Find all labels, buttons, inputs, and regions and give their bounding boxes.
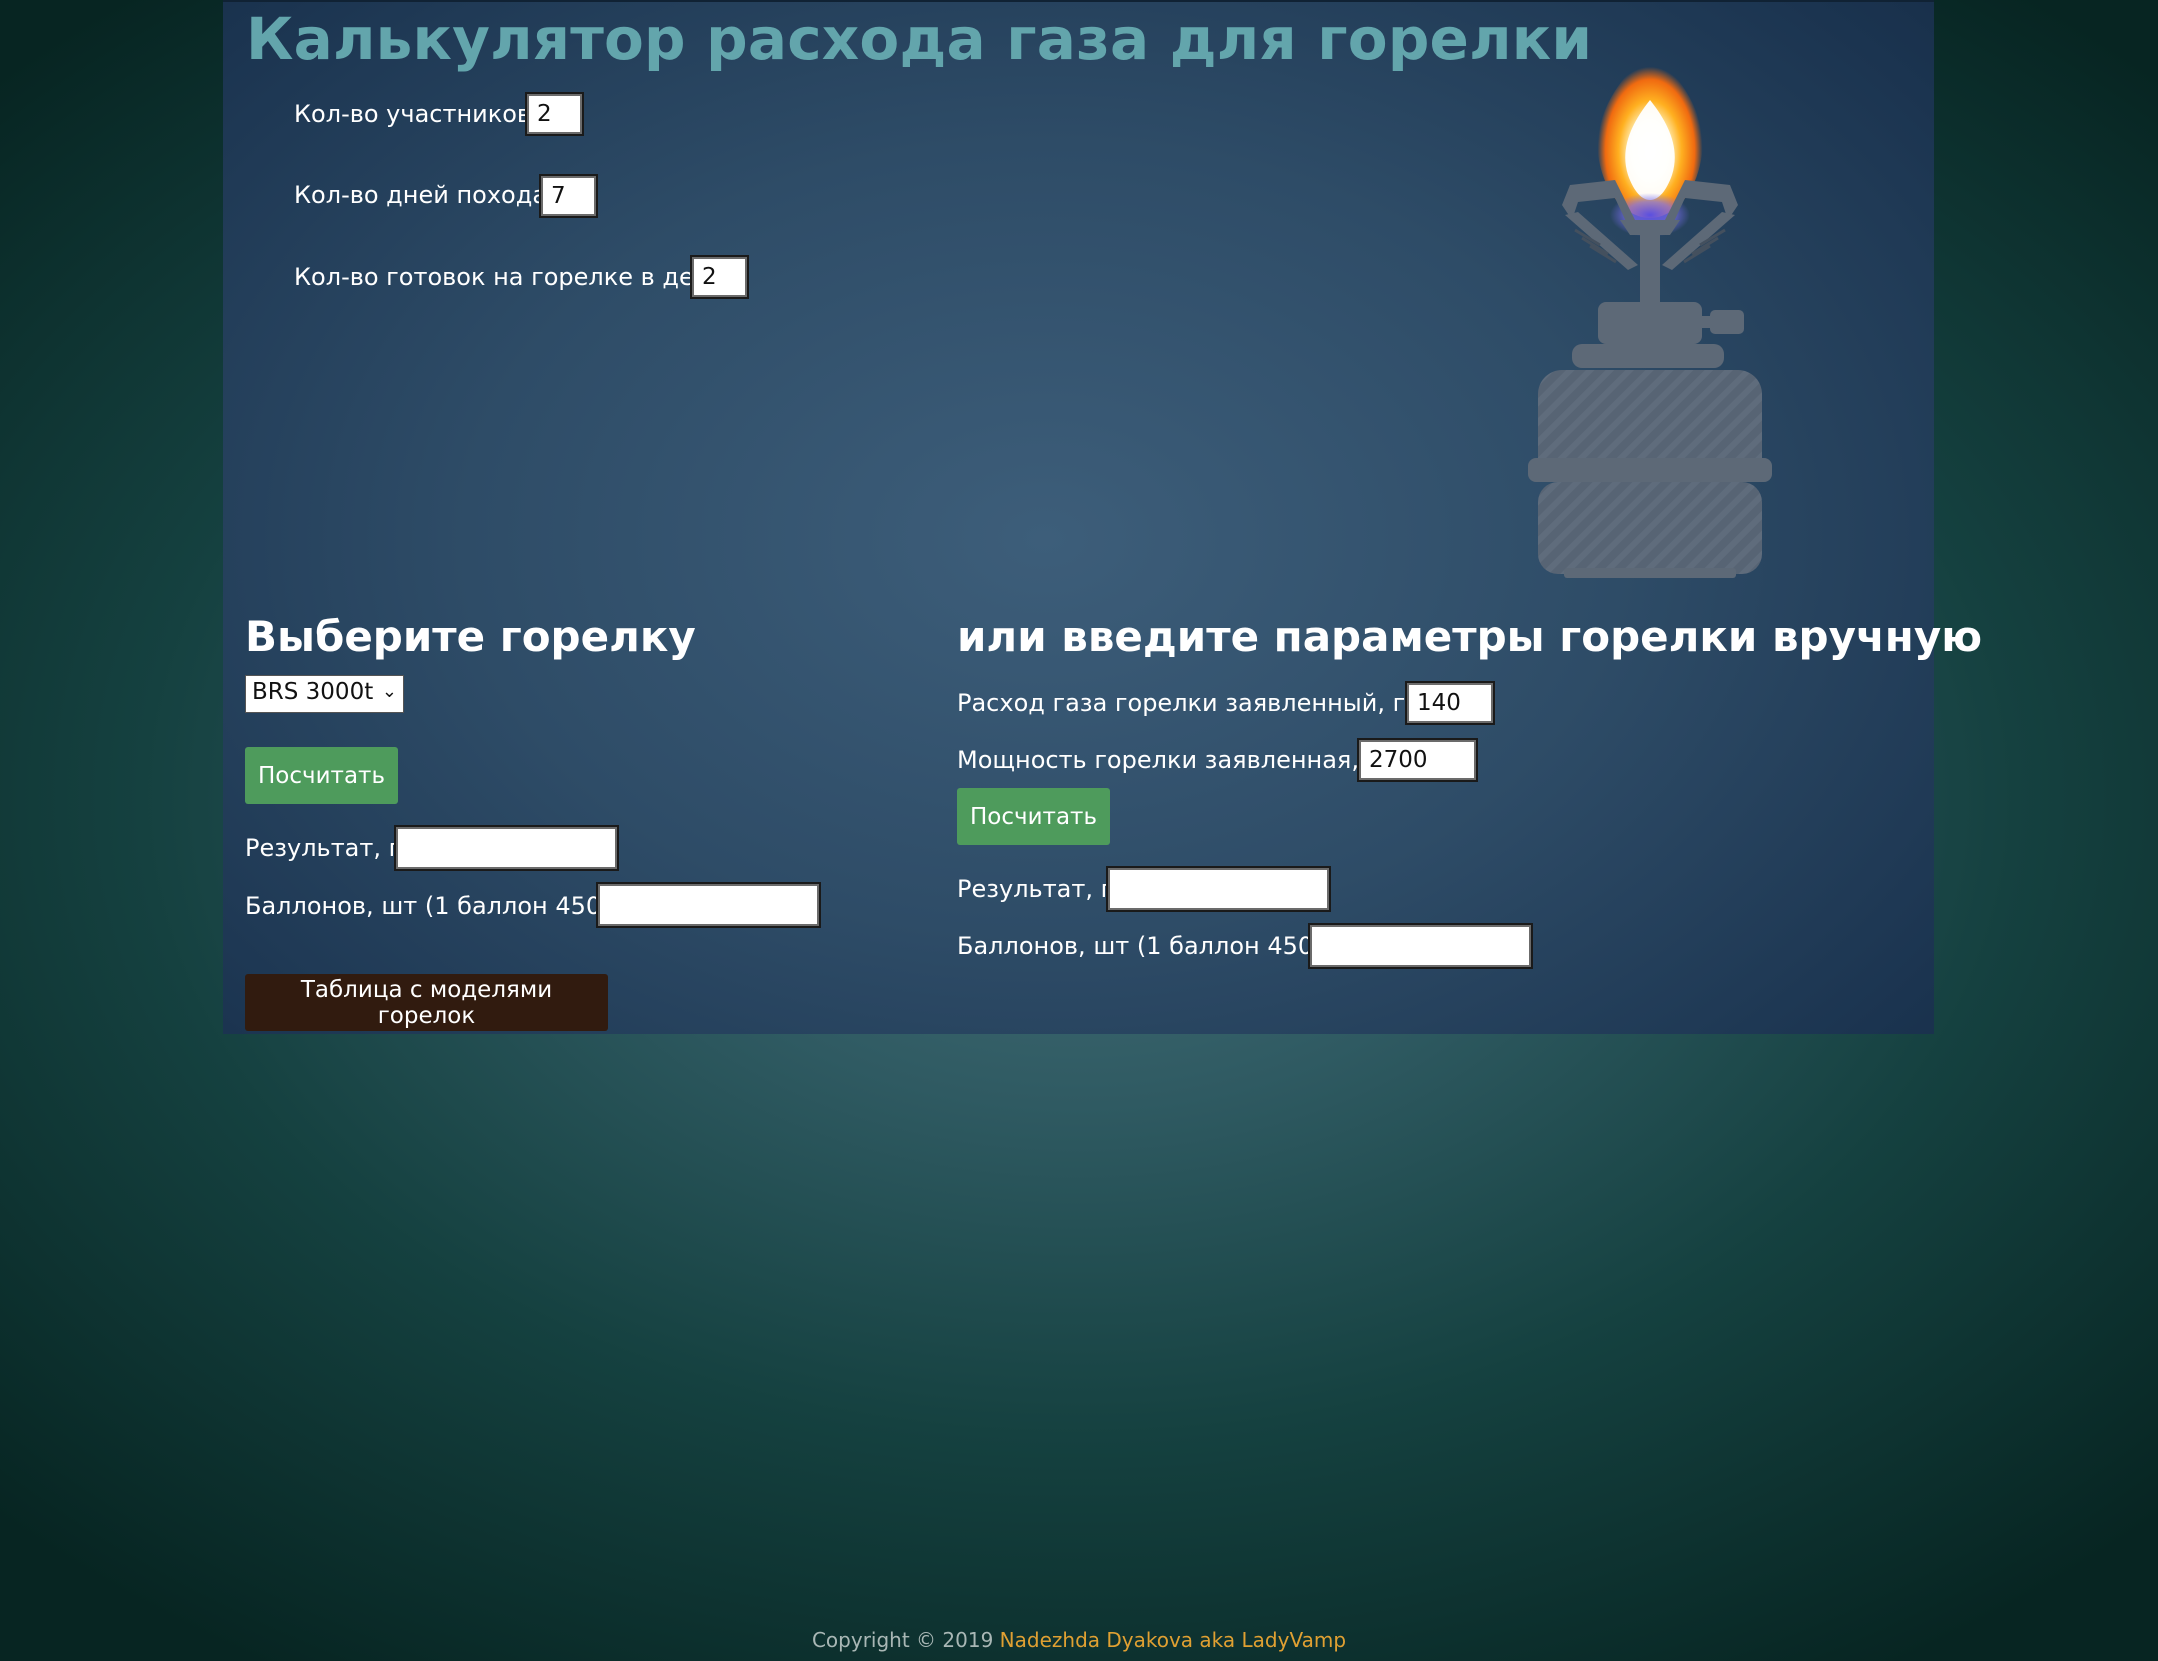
- cookings-input[interactable]: [692, 257, 747, 297]
- consumption-label: Расход газа горелки заявленный, г/час:: [957, 689, 1464, 717]
- result-label: Результат, г:: [245, 834, 410, 862]
- manual-cylinders-label: Баллонов, шт (1 баллон 450 г):: [957, 932, 1351, 960]
- power-label: Мощность горелки заявленная, Вт:: [957, 746, 1406, 774]
- burner-table-button[interactable]: Таблица с моделями горелок: [245, 974, 608, 1031]
- cylinders-label: Баллонов, шт (1 баллон 450 г):: [245, 892, 639, 920]
- author-link[interactable]: Nadezhda Dyakova aka LadyVamp: [1000, 1628, 1346, 1652]
- burner-select[interactable]: BRS 3000t ⌄: [245, 675, 404, 713]
- result-field[interactable]: [396, 827, 617, 869]
- gas-stove-icon: [1528, 50, 1772, 578]
- burner-select-value: BRS 3000t: [252, 679, 374, 705]
- power-input[interactable]: [1359, 740, 1476, 780]
- footer: Copyright © 2019 Nadezhda Dyakova aka La…: [0, 1628, 2158, 1652]
- manual-params-heading: или введите параметры горелки вручную: [957, 612, 1983, 661]
- days-label: Кол-во дней похода:: [294, 181, 556, 209]
- copyright-text: Copyright © 2019: [811, 1628, 994, 1652]
- page-title: Калькулятор расхода газа для горелки: [246, 5, 1593, 73]
- chevron-down-icon: ⌄: [381, 681, 397, 702]
- cookings-label: Кол-во готовок на горелке в день:: [294, 263, 732, 291]
- manual-calculate-button[interactable]: Посчитать: [957, 788, 1110, 845]
- cylinders-field[interactable]: [598, 884, 819, 926]
- manual-result-label: Результат, г:: [957, 875, 1122, 903]
- select-burner-heading: Выберите горелку: [245, 612, 696, 661]
- consumption-input[interactable]: [1407, 683, 1493, 723]
- calculate-button[interactable]: Посчитать: [245, 747, 398, 804]
- manual-cylinders-field[interactable]: [1310, 925, 1531, 967]
- participants-label: Кол-во участников:: [294, 100, 540, 128]
- days-input[interactable]: [541, 176, 596, 216]
- manual-result-field[interactable]: [1108, 868, 1329, 910]
- participants-input[interactable]: [527, 94, 582, 134]
